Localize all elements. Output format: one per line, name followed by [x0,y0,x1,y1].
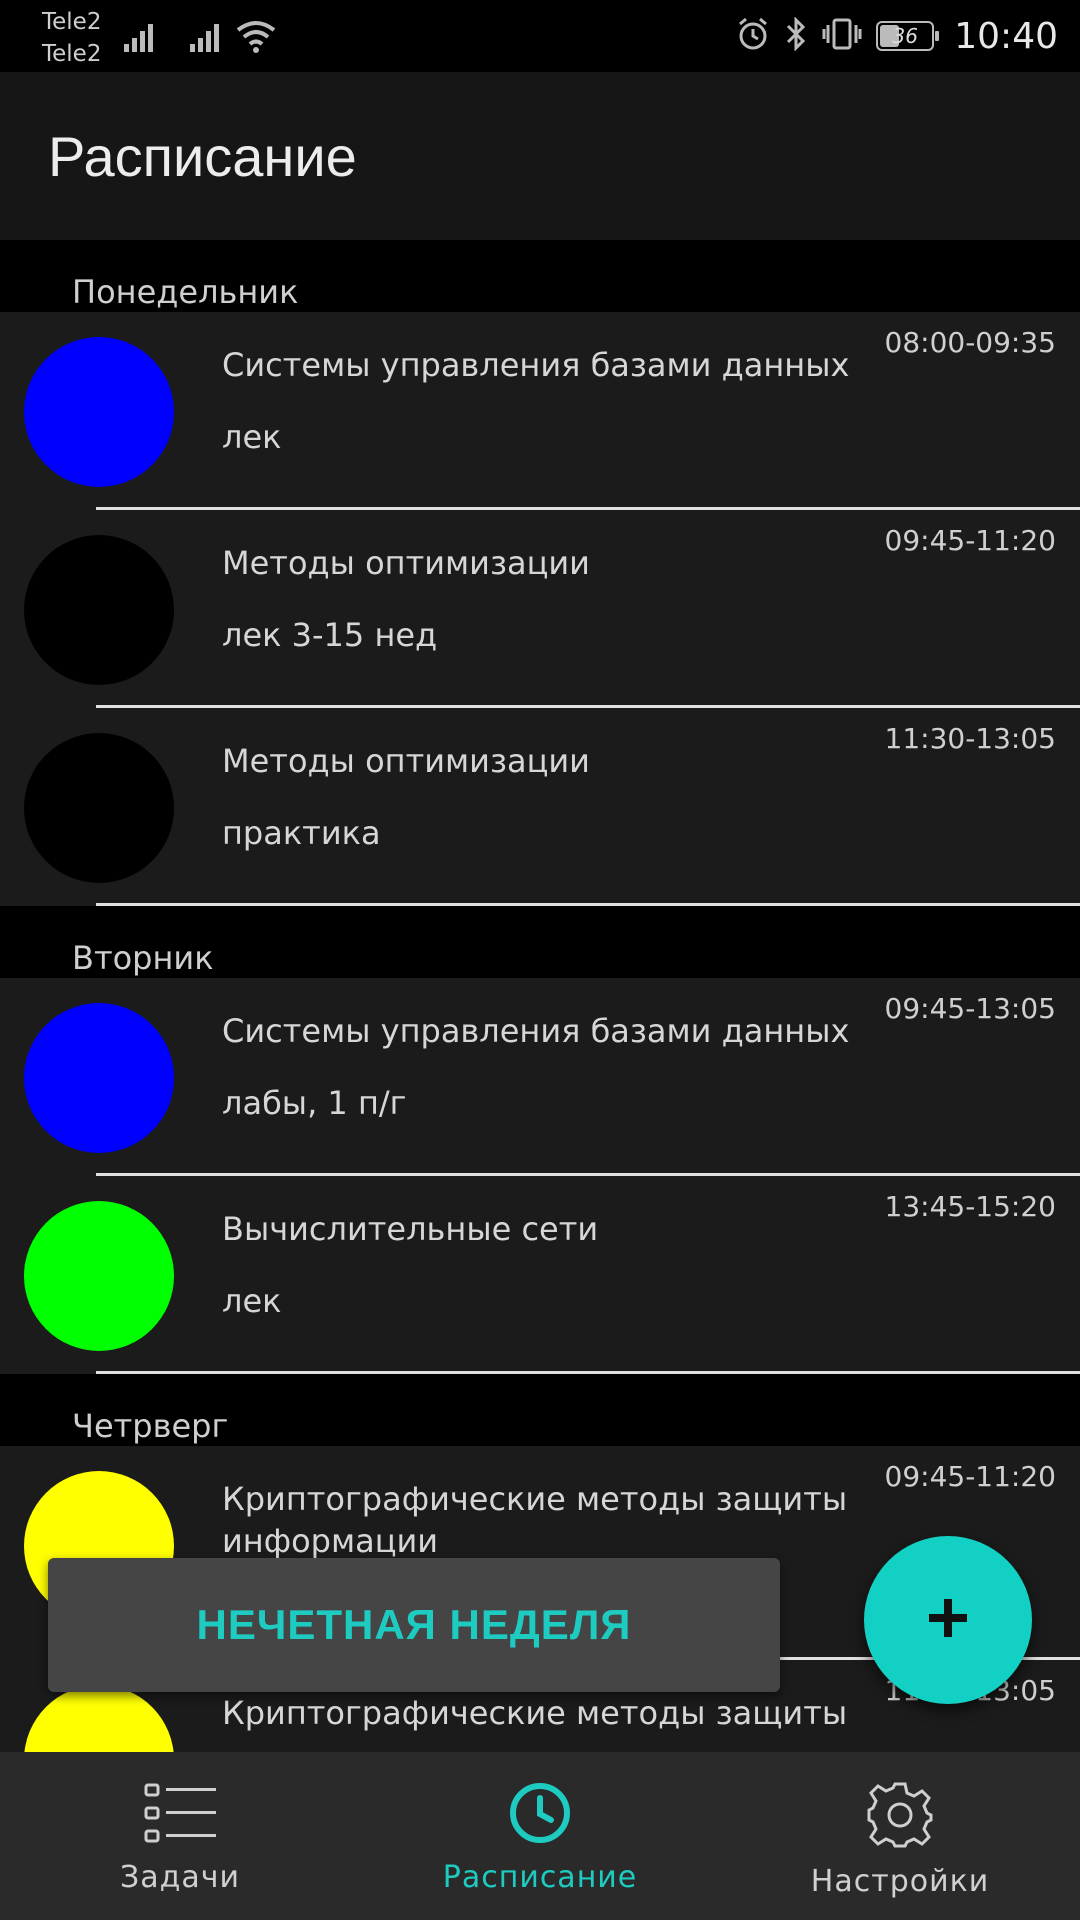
carrier-2: Tele2 [42,41,102,67]
day-label: Вторник [72,939,214,977]
section-header-tuesday: Вторник [0,906,1080,978]
item-title: Криптографические методы защиты информац… [222,1480,848,1560]
list-item[interactable]: Методы оптимизации практика 11:30-13:05 [0,708,1080,906]
item-title: Криптографические методы защиты [222,1694,848,1732]
item-subtitle: практика [222,814,381,852]
clock-icon [507,1780,573,1850]
nav-schedule-label: Расписание [442,1860,638,1895]
list-item[interactable]: Вычислительные сети лек 13:45-15:20 [0,1176,1080,1374]
bluetooth-icon [784,16,808,55]
nav-tasks-label: Задачи [120,1860,240,1895]
list-item[interactable]: Методы оптимизации лек 3-15 нед 09:45-11… [0,510,1080,708]
item-title: Системы управления базами данных [222,1012,850,1050]
item-time: 13:45-15:20 [884,1190,1057,1223]
item-time: 09:45-13:05 [884,992,1057,1025]
section-header-thursday: Четрверг [0,1374,1080,1446]
color-indicator [24,1685,174,1752]
color-indicator [24,733,174,883]
item-time: 09:45-11:20 [884,524,1057,557]
page-title: Расписание [48,125,357,188]
signal-icon [188,18,228,54]
plus-icon [926,1596,970,1644]
item-time: 11:30-13:05 [884,722,1057,755]
list-item[interactable]: Системы управления базами данных лек 08:… [0,312,1080,510]
add-button[interactable] [864,1536,1032,1704]
day-label: Четрверг [72,1407,229,1445]
color-indicator [24,1201,174,1351]
color-indicator [24,1003,174,1153]
item-title: Системы управления базами данных [222,346,850,384]
item-subtitle: лабы, 1 п/г [222,1084,407,1122]
section-header-monday: Понедельник [0,240,1080,312]
schedule-list[interactable]: Понедельник Системы управления базами да… [0,240,1080,1752]
signal-icon [122,18,162,54]
status-clock: 10:40 [954,15,1058,57]
item-time: 09:45-11:20 [884,1460,1057,1493]
item-subtitle: лек [222,418,282,456]
alarm-icon [736,17,770,55]
item-time: 08:00-09:35 [884,326,1057,359]
battery-level: 36 [892,24,918,48]
nav-settings-label: Настройки [810,1864,990,1899]
status-bar: Tele2 Tele2 36 10:40 [0,0,1080,72]
item-subtitle: лек [222,1282,282,1320]
item-title: Методы оптимизации [222,544,590,582]
status-icons: 36 10:40 [736,10,1058,62]
vibrate-icon [822,17,862,55]
item-title: Вычислительные сети [222,1210,599,1248]
bottom-navigation: Задачи Расписание Настройки [0,1752,1080,1920]
color-indicator [24,535,174,685]
week-snackbar: НЕЧЕТНАЯ НЕДЕЛЯ [48,1558,780,1692]
nav-schedule[interactable]: Расписание [360,1752,720,1920]
color-indicator [24,337,174,487]
nav-settings[interactable]: Настройки [720,1752,1080,1920]
item-title: Методы оптимизации [222,742,590,780]
list-icon [142,1780,218,1850]
snackbar-text: НЕЧЕТНАЯ НЕДЕЛЯ [196,1601,632,1648]
nav-tasks[interactable]: Задачи [0,1752,360,1920]
gear-icon [865,1780,935,1854]
day-label: Понедельник [72,273,299,311]
carrier-1: Tele2 [42,9,102,35]
list-item[interactable]: Системы управления базами данных лабы, 1… [0,978,1080,1176]
app-bar: Расписание [0,72,1080,240]
item-subtitle: лек 3-15 нед [222,616,438,654]
wifi-icon [234,18,278,54]
carrier-labels: Tele2 Tele2 [42,6,101,70]
battery-icon: 36 [876,21,940,51]
